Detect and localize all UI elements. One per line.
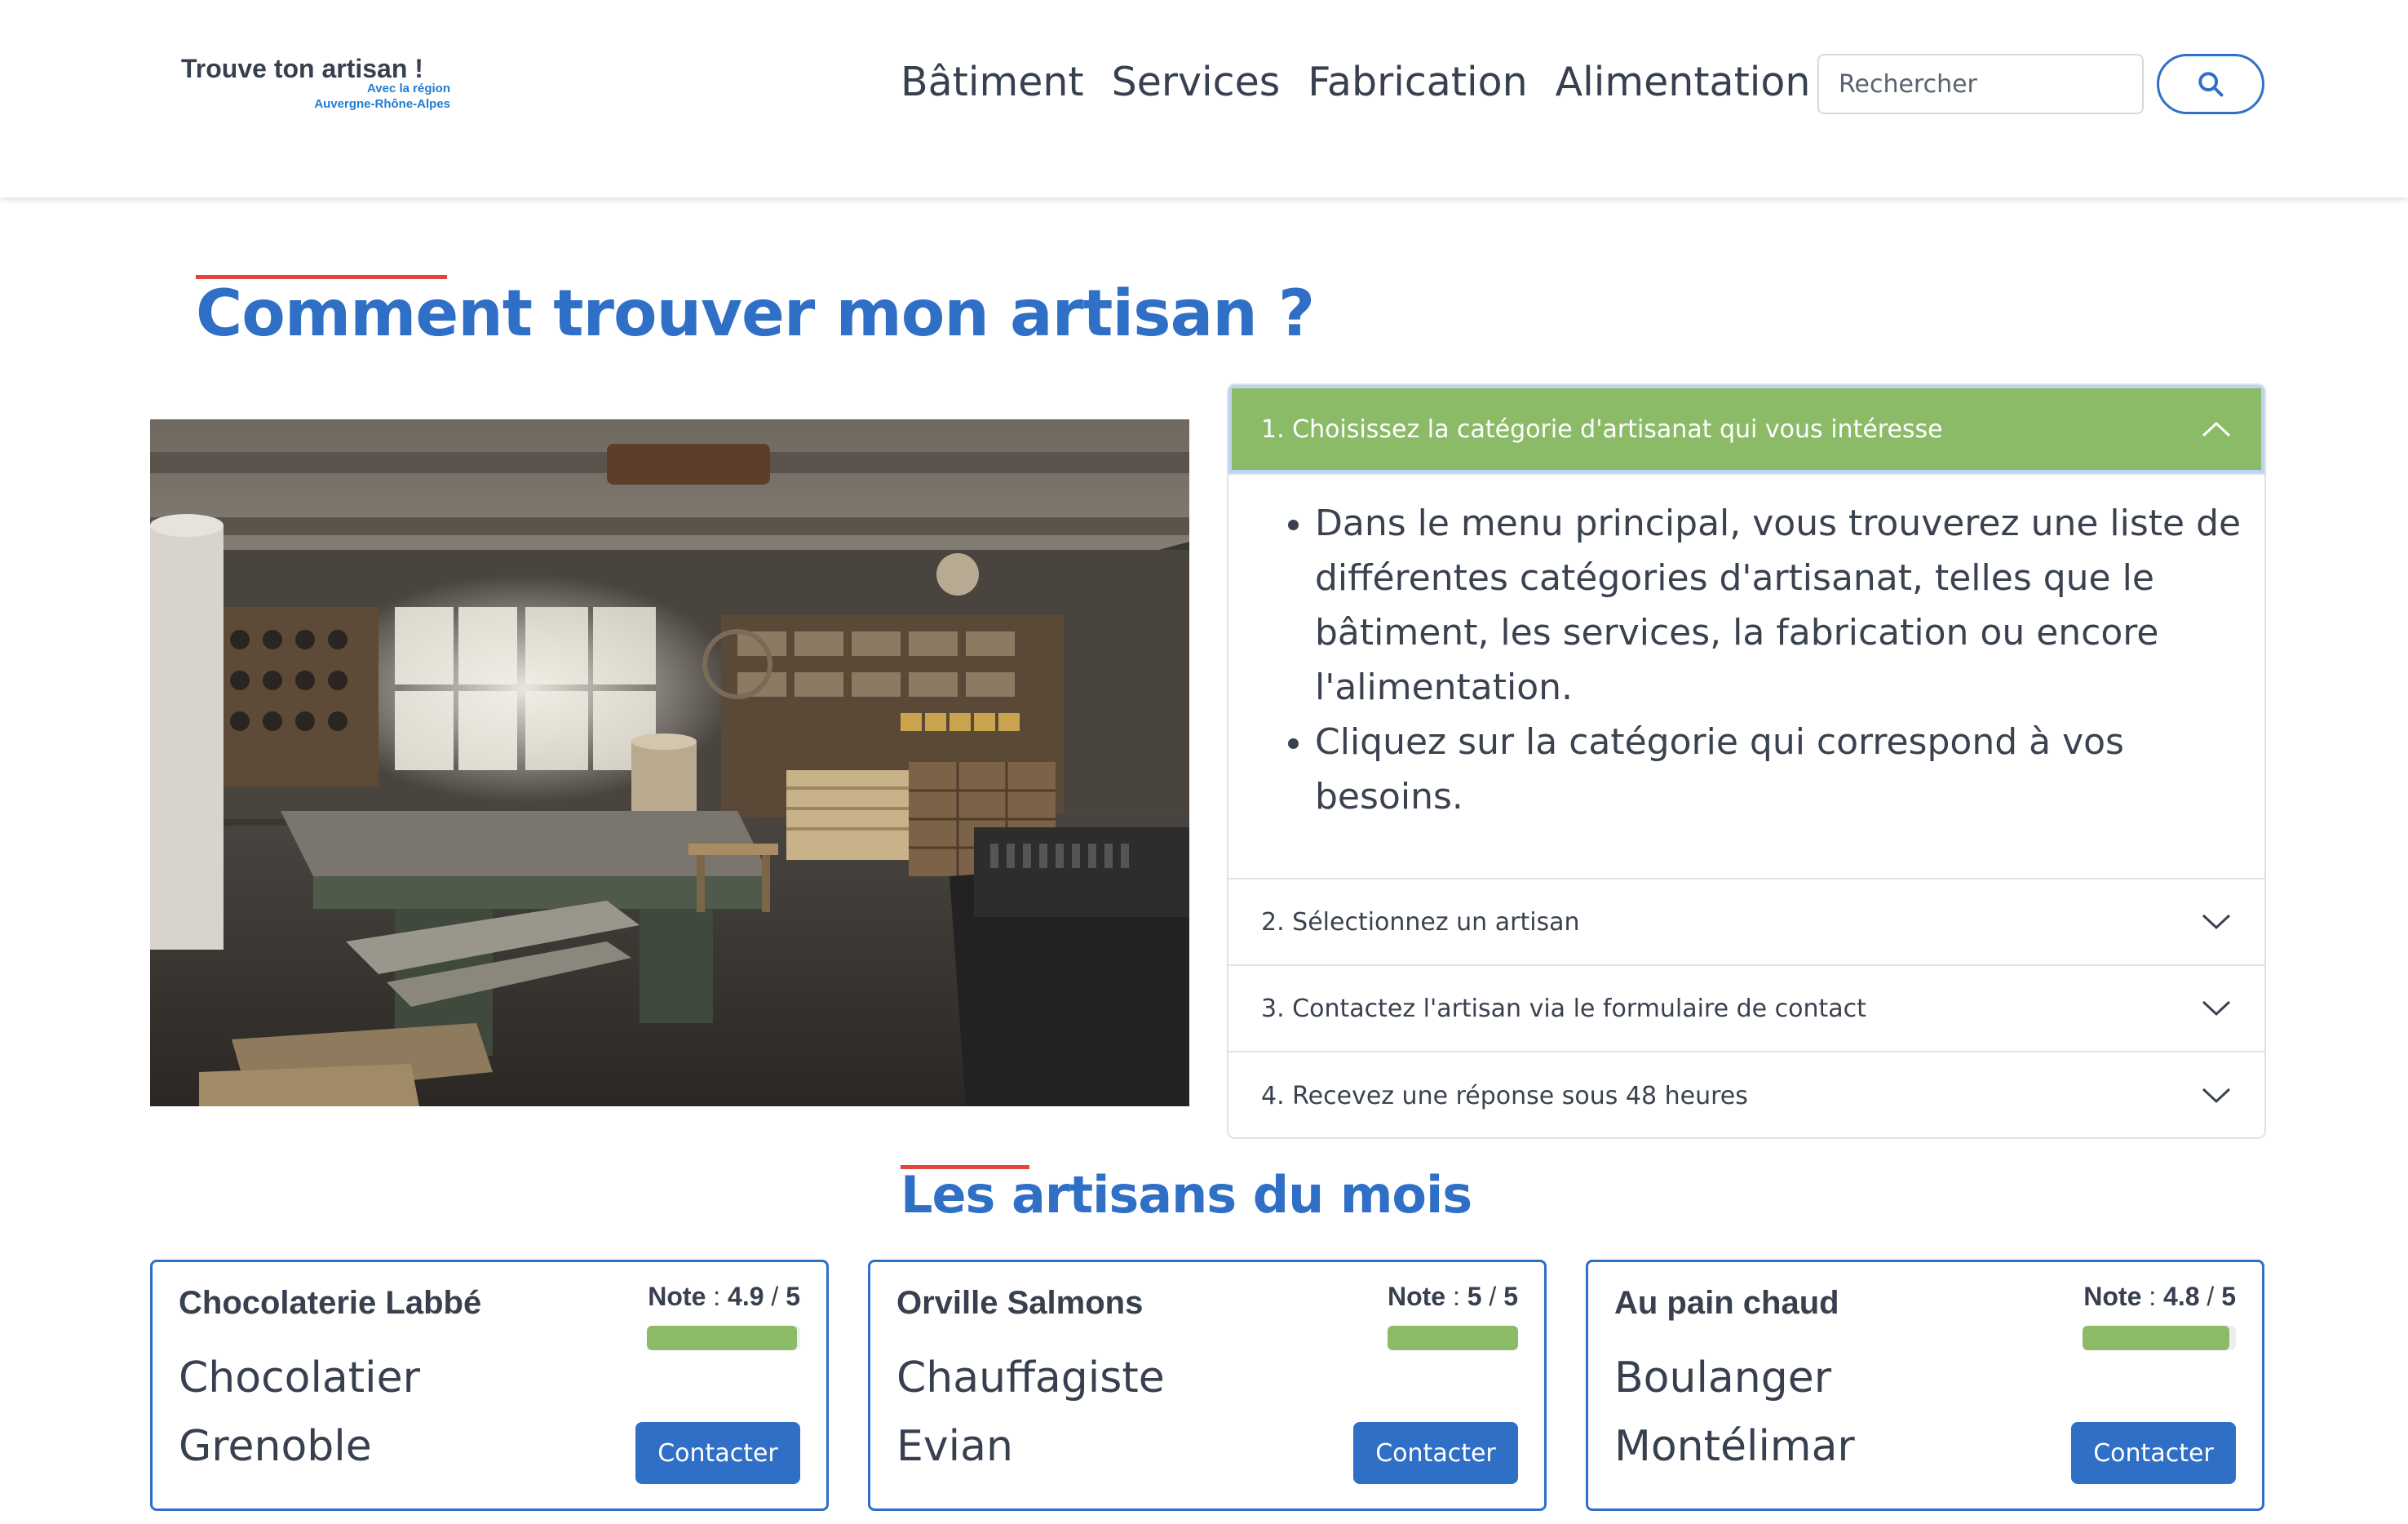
main-nav: Bâtiment Services Fabrication Alimentati… <box>901 52 1838 111</box>
page: Trouve ton artisan ! Avec la région Auve… <box>0 0 2408 1524</box>
note-label: Note <box>1387 1282 1446 1311</box>
accordion-header-label: 1. Choisissez la catégorie d'artisanat q… <box>1261 414 1943 444</box>
artisan-city: Grenoble <box>179 1422 372 1471</box>
artisan-name: Orville Salmons <box>896 1285 1144 1321</box>
chevron-down-icon <box>2202 1000 2231 1017</box>
artisans-title: Les artisans du mois <box>901 1165 1472 1225</box>
nav-item-batiment[interactable]: Bâtiment <box>901 59 1084 105</box>
accordion-header-step-4[interactable]: 4. Recevez une réponse sous 48 heures <box>1228 1052 2264 1137</box>
logo-subtitle-line2: Auvergne-Rhône-Alpes <box>314 97 450 111</box>
search-icon <box>2198 72 2224 97</box>
artisan-rating-text: Note : 5 / 5 <box>1387 1282 1518 1311</box>
rating-max: 5 <box>2221 1282 2236 1311</box>
rating-bar-fill <box>647 1326 798 1350</box>
chevron-down-icon <box>2202 1088 2231 1104</box>
how-to-accordion: 1. Choisissez la catégorie d'artisanat q… <box>1227 383 2266 1139</box>
logo-title: Trouve ton artisan ! <box>181 54 423 83</box>
rating-value: 4.9 <box>728 1282 764 1311</box>
artisan-city: Montélimar <box>1614 1422 1855 1471</box>
workshop-photo <box>150 419 1189 1106</box>
nav-item-services[interactable]: Services <box>1112 59 1281 105</box>
rating-value: 5 <box>1467 1282 1482 1311</box>
logo-subtitle-line1: Avec la région <box>367 82 450 95</box>
note-label: Note <box>2083 1282 2142 1311</box>
rating-bar <box>647 1326 800 1350</box>
artisan-name: Au pain chaud <box>1614 1285 1839 1321</box>
contact-button[interactable]: Contacter <box>2071 1422 2236 1484</box>
note-label: Note <box>648 1282 706 1311</box>
artisan-city: Evian <box>896 1422 1013 1471</box>
step-1-bullet: Dans le menu principal, vous trouverez u… <box>1315 496 2245 715</box>
rating-bar <box>1388 1326 1518 1350</box>
rating-value: 4.8 <box>2163 1282 2200 1311</box>
artisan-card: Chocolaterie Labbé Note : 4.9 / 5 Chocol… <box>150 1260 829 1511</box>
accordion-header-label: 2. Sélectionnez un artisan <box>1261 907 1580 937</box>
step-1-bullet: Cliquez sur la catégorie qui correspond … <box>1315 715 2245 824</box>
nav-item-alimentation[interactable]: Alimentation <box>1556 59 1811 105</box>
nav-item-fabrication[interactable]: Fabrication <box>1308 59 1527 105</box>
workshop-illustration <box>150 419 1189 1106</box>
search-input[interactable] <box>1817 54 2144 114</box>
artisan-name: Chocolaterie Labbé <box>179 1285 482 1321</box>
chevron-down-icon <box>2202 914 2231 930</box>
rating-bar <box>2083 1326 2236 1350</box>
rating-max: 5 <box>786 1282 800 1311</box>
search-button[interactable] <box>2157 54 2264 114</box>
rating-bar-fill <box>2083 1326 2230 1350</box>
artisan-job: Chocolatier <box>179 1353 421 1402</box>
artisan-card: Au pain chaud Note : 4.8 / 5 Boulanger M… <box>1586 1260 2264 1511</box>
accordion-body-step-1: Dans le menu principal, vous trouverez u… <box>1228 475 2264 879</box>
chevron-up-icon <box>2202 421 2231 437</box>
accordion-header-label: 4. Recevez une réponse sous 48 heures <box>1261 1081 1748 1110</box>
contact-button[interactable]: Contacter <box>635 1422 800 1484</box>
accordion-header-step-3[interactable]: 3. Contactez l'artisan via le formulaire… <box>1228 966 2264 1052</box>
contact-button[interactable]: Contacter <box>1353 1422 1518 1484</box>
artisan-job: Boulanger <box>1614 1353 1832 1402</box>
step-1-bullets: Dans le menu principal, vous trouverez u… <box>1286 496 2245 824</box>
site-header: Trouve ton artisan ! Avec la région Auve… <box>0 0 2408 197</box>
rating-max: 5 <box>1503 1282 1518 1311</box>
accordion-header-label: 3. Contactez l'artisan via le formulaire… <box>1261 994 1866 1023</box>
artisan-rating-text: Note : 4.8 / 5 <box>2083 1282 2236 1311</box>
rating-bar-fill <box>1388 1326 1518 1350</box>
accordion-header-step-2[interactable]: 2. Sélectionnez un artisan <box>1228 879 2264 966</box>
accordion-header-step-1[interactable]: 1. Choisissez la catégorie d'artisanat q… <box>1228 385 2264 475</box>
site-logo[interactable]: Trouve ton artisan ! Avec la région Auve… <box>181 54 450 119</box>
artisan-card: Orville Salmons Note : 5 / 5 Chauffagist… <box>868 1260 1547 1511</box>
how-to-title: Comment trouver mon artisan ? <box>196 277 1315 351</box>
artisan-job: Chauffagiste <box>896 1353 1165 1402</box>
artisan-rating-text: Note : 4.9 / 5 <box>648 1282 800 1311</box>
